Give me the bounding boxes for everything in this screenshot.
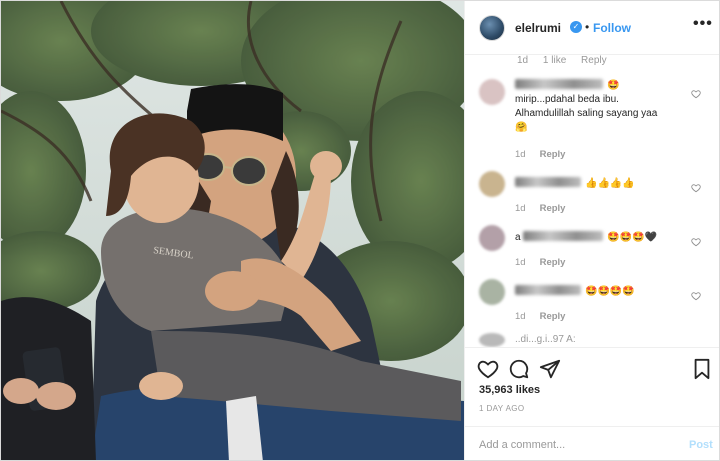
comment-line: mirip...pdahal beda ibu.: [515, 94, 619, 105]
comment-bubble-icon[interactable]: [508, 358, 530, 380]
post-photo-image: SEMBOL: [1, 1, 464, 460]
post-actions: 35,963 likes 1 DAY AGO Post: [465, 347, 719, 460]
add-comment-input[interactable]: [479, 437, 669, 453]
comment-line: Alhamdulillah saling sayang yaa: [515, 108, 658, 119]
comment-meta: 1d Reply: [515, 257, 565, 268]
like-count[interactable]: 35,963 likes: [479, 384, 540, 396]
verified-badge-icon: ✓: [570, 21, 582, 33]
comment-emoji: 🤩🤩🤩🤩: [585, 286, 635, 297]
comment-age: 1d: [515, 311, 526, 322]
comment-emoji: 👍👍👍👍: [585, 178, 635, 189]
like-comment-heart-icon[interactable]: [691, 89, 701, 99]
like-comment-heart-icon[interactable]: [691, 291, 701, 301]
comment-text-faded: ..di...g.i..97 A:: [515, 334, 576, 345]
comment-text: 🤩🤩🤩🤩: [515, 285, 695, 299]
reply-button[interactable]: Reply: [540, 257, 566, 268]
comment-text: a 🤩🤩🤩🖤: [515, 231, 695, 245]
post-timestamp[interactable]: 1 DAY AGO: [479, 404, 525, 413]
commenter-avatar[interactable]: [479, 279, 505, 305]
reply-button[interactable]: Reply: [540, 203, 566, 214]
follow-button[interactable]: Follow: [593, 21, 631, 35]
commenter-avatar[interactable]: [479, 171, 505, 197]
commenter-avatar[interactable]: [479, 79, 505, 105]
comment-prefix: a: [515, 232, 521, 243]
post-side-panel: elelrumi ✓ • Follow ••• 1d 1 like Reply …: [464, 1, 719, 460]
comment-age: 1d: [515, 149, 526, 160]
post-photo[interactable]: SEMBOL: [1, 1, 464, 460]
comment-meta-partial: 1d 1 like Reply: [517, 55, 619, 66]
comment-like-count[interactable]: 1 like: [543, 55, 566, 66]
commenter-username-blurred[interactable]: [523, 231, 604, 241]
post-comment-button[interactable]: Post: [689, 439, 713, 451]
more-options-icon[interactable]: •••: [693, 15, 713, 33]
comment-meta: 1d Reply: [515, 149, 565, 160]
comment-meta: 1d Reply: [515, 203, 565, 214]
commenter-username-blurred[interactable]: [515, 79, 603, 89]
avatar[interactable]: [479, 15, 505, 41]
bookmark-icon[interactable]: [691, 358, 713, 380]
comment-age: 1d: [515, 203, 526, 214]
post-header: elelrumi ✓ • Follow •••: [465, 1, 719, 55]
comment-emoji: 🤩🤩🤩🖤: [607, 232, 658, 243]
commenter-username-blurred[interactable]: [515, 177, 581, 187]
add-comment-bar: Post: [465, 426, 719, 460]
comments-list[interactable]: 1d 1 like Reply 🤩 mirip...pdahal beda ib…: [465, 55, 719, 347]
share-paper-plane-icon[interactable]: [539, 358, 561, 380]
comment-meta: 1d Reply: [515, 311, 565, 322]
username-link[interactable]: elelrumi: [515, 21, 561, 35]
like-comment-heart-icon[interactable]: [691, 237, 701, 247]
comment-age: 1d: [517, 55, 529, 66]
comment-text: 👍👍👍👍: [515, 177, 695, 191]
commenter-avatar[interactable]: [479, 333, 505, 347]
commenter-username-blurred[interactable]: [515, 285, 581, 295]
header-separator: •: [585, 20, 590, 34]
instagram-post-window: SEMBOL elelrumi ✓ • Follow ••• 1d 1 like…: [0, 0, 720, 461]
like-comment-heart-icon[interactable]: [691, 183, 701, 193]
reply-button[interactable]: Reply: [540, 311, 566, 322]
comment-emoji: 🤗: [515, 122, 528, 133]
comment-age: 1d: [515, 257, 526, 268]
reply-button[interactable]: Reply: [581, 55, 607, 66]
comment-emoji: 🤩: [607, 80, 620, 91]
comment-text: 🤩 mirip...pdahal beda ibu. Alhamdulillah…: [515, 79, 695, 135]
commenter-avatar[interactable]: [479, 225, 505, 251]
like-heart-icon[interactable]: [477, 358, 499, 380]
reply-button[interactable]: Reply: [540, 149, 566, 160]
list-item: ..di...g.i..97 A:: [465, 331, 719, 347]
